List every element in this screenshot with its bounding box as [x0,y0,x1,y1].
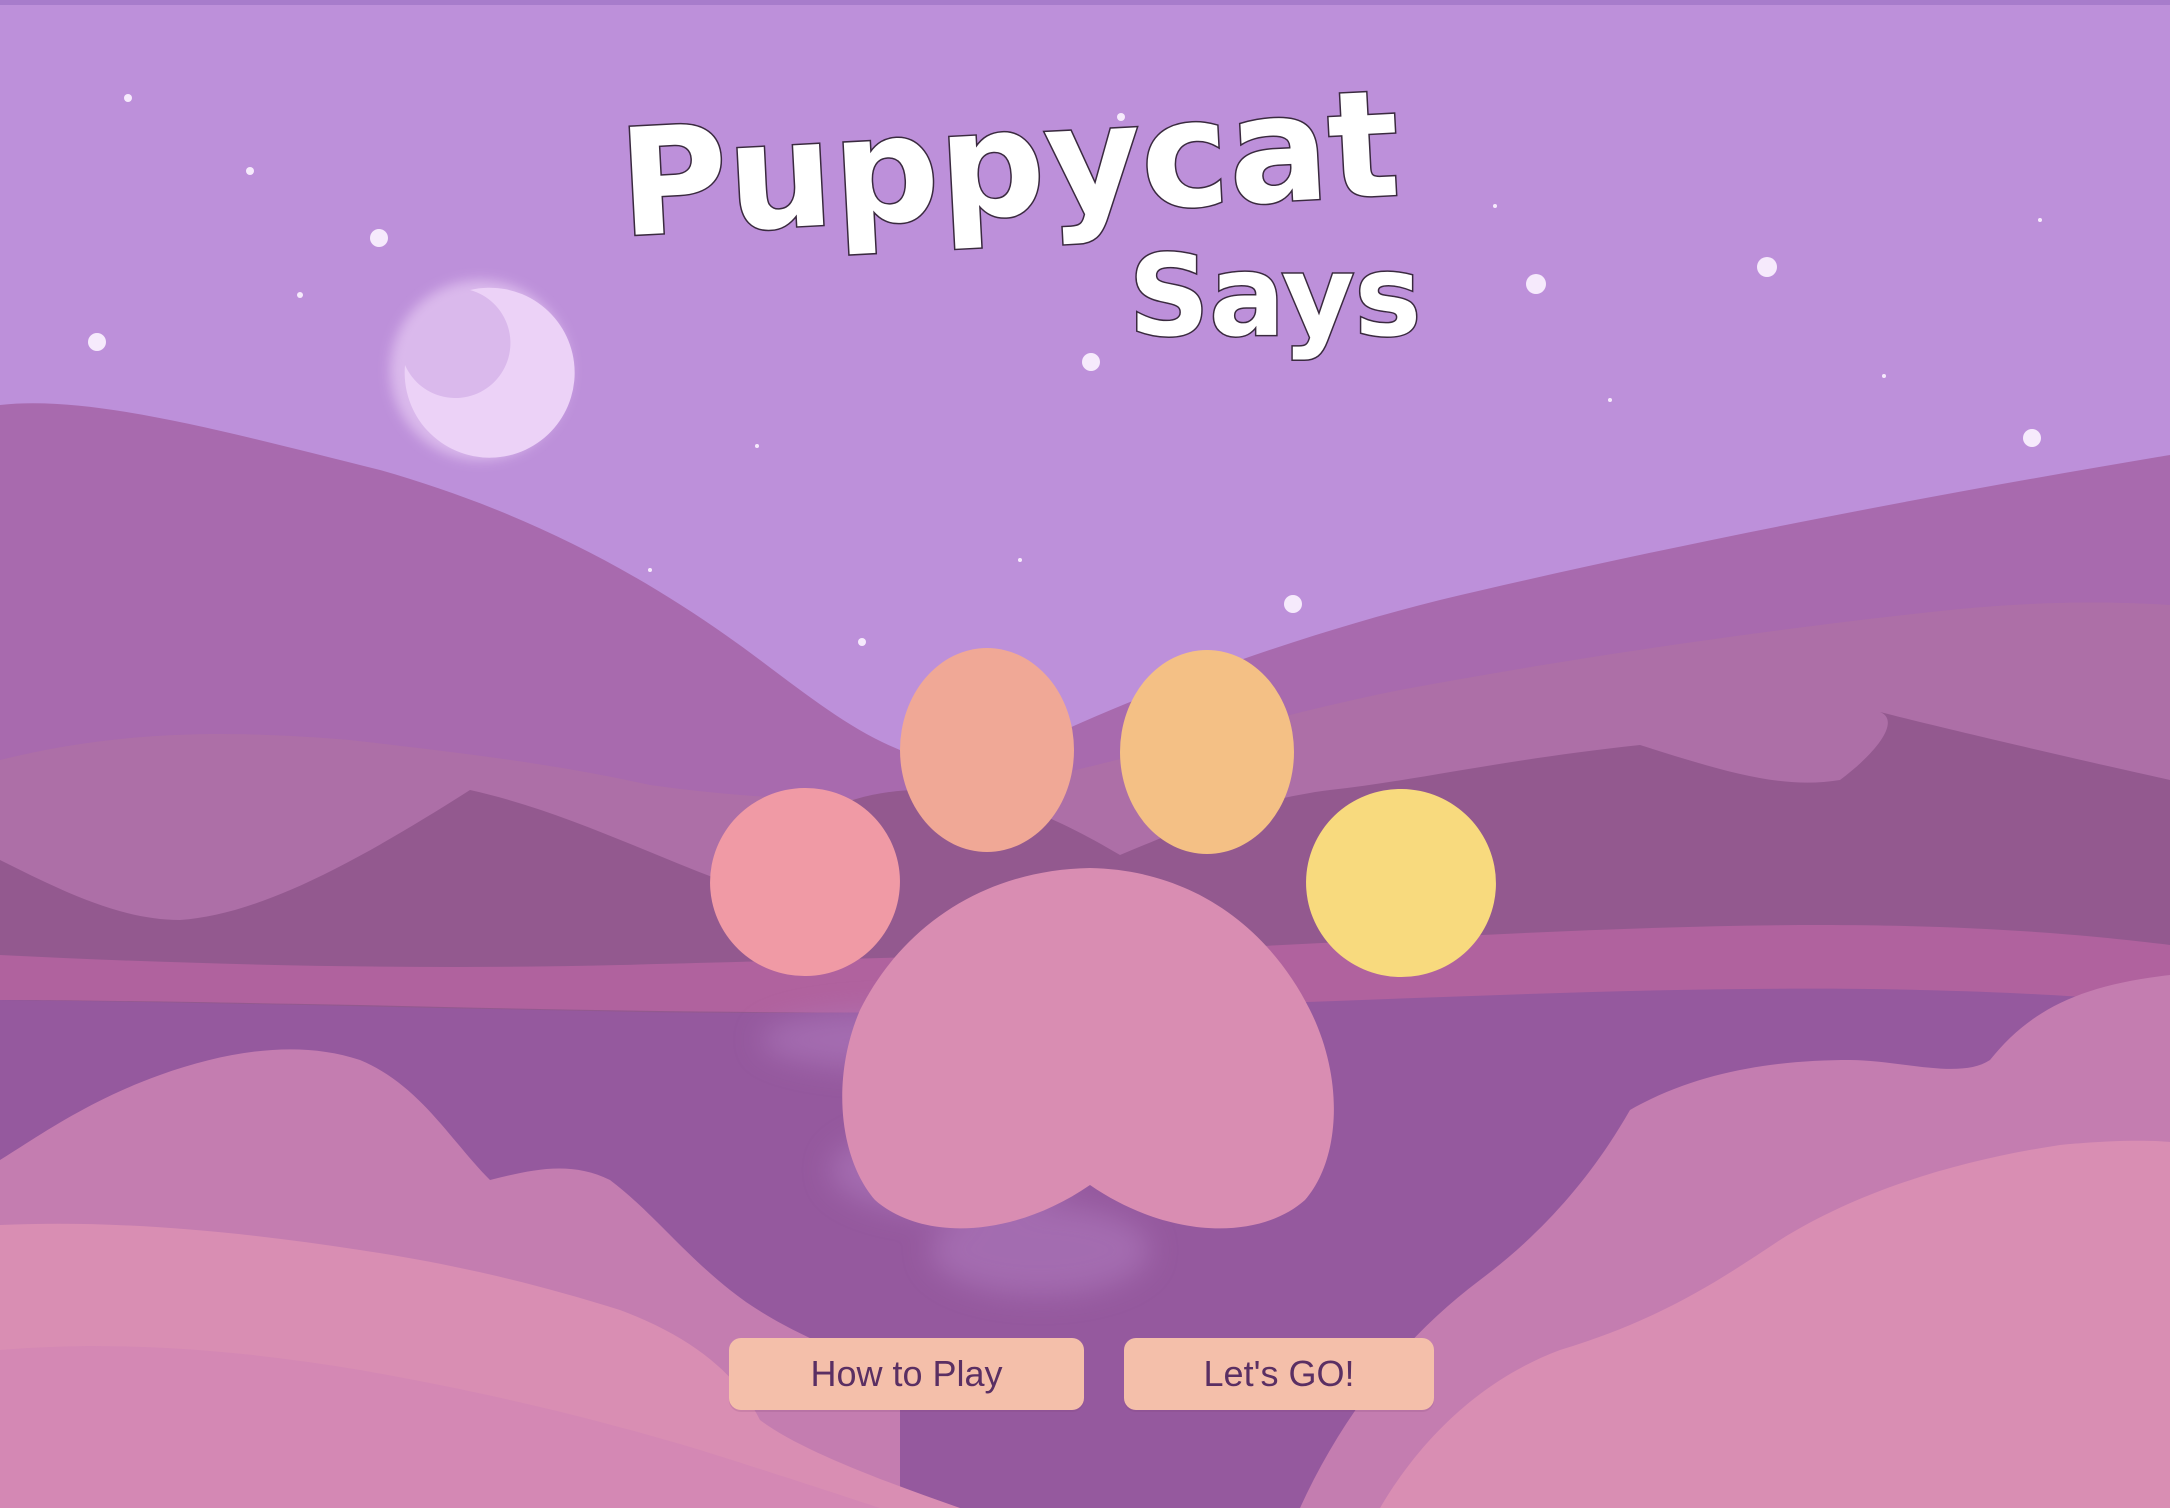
star [370,229,388,247]
background-scene: Puppycat Says [0,0,2170,1508]
star [1082,353,1100,371]
star [755,444,759,448]
star [1882,374,1886,378]
star [1526,274,1546,294]
star [297,292,303,298]
top-border [0,0,2170,5]
star [648,568,652,572]
star [88,333,106,351]
star [858,638,866,646]
lets-go-button[interactable]: Let's GO! [1124,1338,1434,1410]
star [1608,398,1612,402]
star [2038,218,2042,222]
star [1018,558,1022,562]
paw-toe-salmon[interactable] [900,648,1074,852]
logo-subtitle: Says [1129,232,1421,362]
game-stage: Puppycat Says How to Play Let's GO! [0,0,2170,1508]
how-to-play-button[interactable]: How to Play [729,1338,1084,1410]
star [1493,204,1497,208]
star [246,167,254,175]
star [124,94,132,102]
star [1284,595,1302,613]
star [2023,429,2041,447]
paw-toe-peach[interactable] [1120,650,1294,854]
star [1757,257,1777,277]
